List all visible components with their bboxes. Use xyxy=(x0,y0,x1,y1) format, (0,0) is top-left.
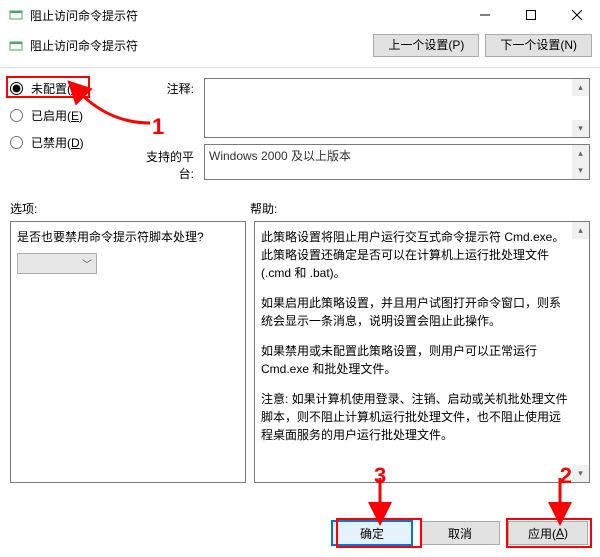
help-p3: 如果禁用或未配置此策略设置，则用户可以正常运行 Cmd.exe 和批处理文件。 xyxy=(261,342,569,378)
section-labels: 选项: 帮助: xyxy=(10,200,590,221)
radio-not-configured-label[interactable]: 未配置(C) xyxy=(31,80,84,97)
header-row: 阻止访问命令提示符 上一个设置(P) 下一个设置(N) xyxy=(0,30,600,65)
scroll-up-icon[interactable]: ▴ xyxy=(572,145,589,162)
annotation-arrow-2 xyxy=(540,478,580,521)
radio-not-configured[interactable]: 未配置(C) xyxy=(10,80,130,97)
options-panel: 是否也要禁用命令提示符脚本处理? ﹀ xyxy=(10,221,246,483)
help-p1: 此策略设置将阻止用户运行交互式命令提示符 Cmd.exe。此策略设置还确定是否可… xyxy=(261,228,569,282)
help-p2: 如果启用此策略设置，并且用户试图打开命令窗口，则系统会显示一条消息，说明设置会阻… xyxy=(261,294,569,330)
scroll-up-icon[interactable]: ▴ xyxy=(572,79,589,96)
comment-textarea[interactable]: ▴ ▾ xyxy=(204,78,590,138)
comment-label: 注释: xyxy=(140,78,194,148)
platform-label: 支持的平台: xyxy=(140,148,194,182)
next-setting-button[interactable]: 下一个设置(N) xyxy=(485,34,592,57)
help-label: 帮助: xyxy=(250,200,590,217)
lower-row: 是否也要禁用命令提示符脚本处理? ﹀ 此策略设置将阻止用户运行交互式命令提示符 … xyxy=(10,221,590,483)
cancel-button[interactable]: 取消 xyxy=(420,521,500,545)
maximize-button[interactable] xyxy=(508,0,554,30)
scroll-down-icon[interactable]: ▾ xyxy=(572,465,589,482)
fields-column: ▴ ▾ Windows 2000 及以上版本 ▴ ▾ xyxy=(204,78,590,182)
options-label: 选项: xyxy=(10,200,250,217)
apply-button[interactable]: 应用(A) xyxy=(508,521,588,545)
window-title: 阻止访问命令提示符 xyxy=(30,7,462,24)
platform-text: Windows 2000 及以上版本 xyxy=(209,149,351,163)
platform-box: Windows 2000 及以上版本 ▴ ▾ xyxy=(204,144,590,180)
radio-disabled-label[interactable]: 已禁用(D) xyxy=(31,134,84,151)
policy-icon xyxy=(8,38,24,54)
radio-enabled-input[interactable] xyxy=(10,109,23,122)
options-question: 是否也要禁用命令提示符脚本处理? xyxy=(17,228,239,245)
radio-not-configured-input[interactable] xyxy=(10,82,23,95)
options-dropdown[interactable]: ﹀ xyxy=(17,253,97,274)
help-panel: 此策略设置将阻止用户运行交互式命令提示符 Cmd.exe。此策略设置还确定是否可… xyxy=(254,221,590,483)
radio-disabled-input[interactable] xyxy=(10,136,23,149)
state-radio-group: 未配置(C) 已启用(E) 已禁用(D) xyxy=(10,78,130,182)
radio-disabled[interactable]: 已禁用(D) xyxy=(10,134,130,151)
minimize-button[interactable] xyxy=(462,0,508,30)
scroll-up-icon[interactable]: ▴ xyxy=(572,222,589,239)
window-titlebar: 阻止访问命令提示符 xyxy=(0,0,600,30)
divider xyxy=(0,67,600,68)
labels-column: 注释: 支持的平台: xyxy=(140,78,194,182)
dialog-buttons: 确定 取消 应用(A) xyxy=(332,521,588,545)
app-icon xyxy=(8,7,24,23)
radio-enabled[interactable]: 已启用(E) xyxy=(10,107,130,124)
prev-setting-button[interactable]: 上一个设置(P) xyxy=(373,34,479,57)
header-label: 阻止访问命令提示符 xyxy=(30,37,367,54)
close-button[interactable] xyxy=(554,0,600,30)
scroll-down-icon[interactable]: ▾ xyxy=(572,120,589,137)
radio-enabled-label[interactable]: 已启用(E) xyxy=(31,107,83,124)
annotation-arrow-3 xyxy=(360,478,400,521)
scroll-down-icon[interactable]: ▾ xyxy=(572,162,589,179)
ok-button[interactable]: 确定 xyxy=(332,521,412,545)
help-p4: 注意: 如果计算机使用登录、注销、启动或关机批处理文件脚本，则不阻止计算机运行批… xyxy=(261,390,569,444)
